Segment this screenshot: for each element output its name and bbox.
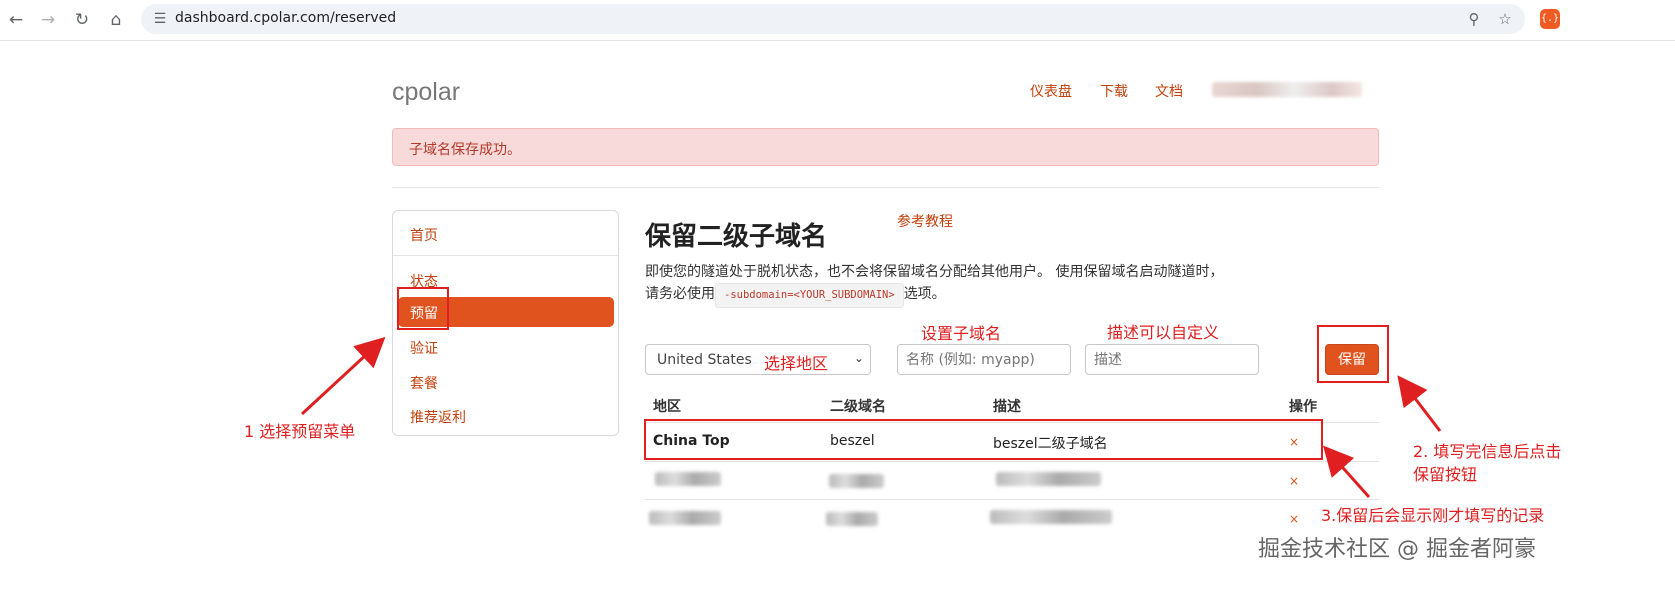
arrow-step1 [300, 336, 386, 416]
arrow-step3 [1323, 445, 1371, 498]
annotation-arrows [300, 336, 1442, 498]
watermark: 掘金技术社区 @ 掘金者阿豪 [1258, 537, 1536, 562]
arrow-step2 [1397, 375, 1442, 432]
